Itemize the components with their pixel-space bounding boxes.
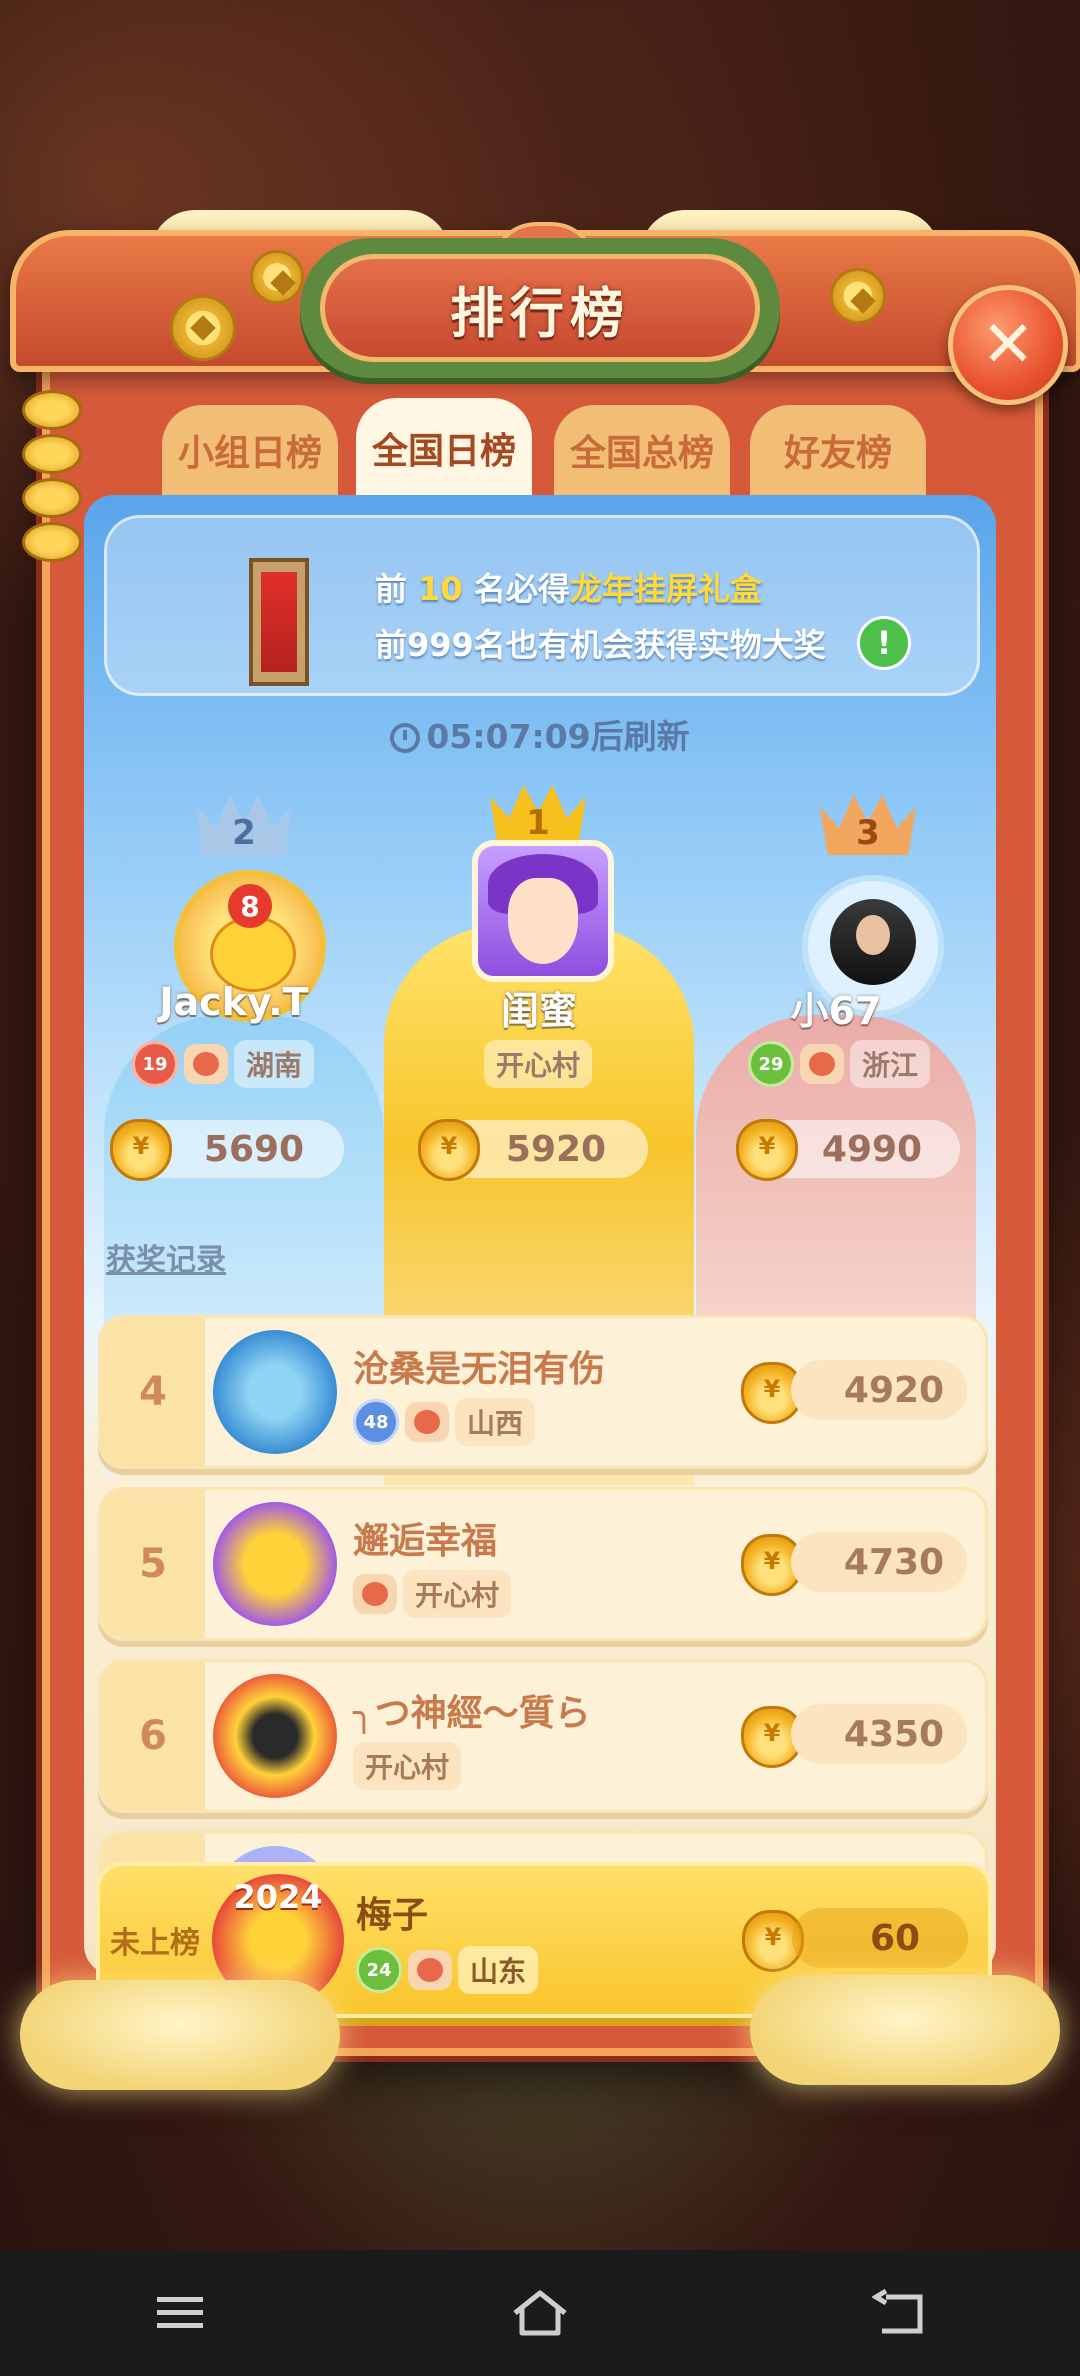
region-tag: 开心村 bbox=[403, 1570, 512, 1618]
rank-number: 5 bbox=[101, 1490, 205, 1638]
avatar-badge: 8 bbox=[228, 884, 272, 928]
crown-icon-first: 1 bbox=[490, 775, 586, 845]
tab-national-daily[interactable]: 全国日榜 bbox=[356, 398, 532, 498]
close-button[interactable]: ✕ bbox=[948, 285, 1068, 405]
player-name: 沧桑是无泪有伤 bbox=[353, 1349, 606, 1390]
my-score: 60 bbox=[792, 1908, 968, 1968]
village-icon bbox=[405, 1402, 449, 1442]
prize-scroll-image bbox=[249, 558, 309, 686]
home-button[interactable] bbox=[495, 2268, 585, 2358]
rank-number: 4 bbox=[101, 1318, 205, 1466]
prize-banner[interactable]: 前 10 名必得龙年挂屏礼盒 前999名也有机会获得实物大奖 ! bbox=[104, 515, 980, 696]
coin-bag-icon bbox=[736, 1119, 798, 1181]
system-nav-bar bbox=[0, 2250, 1080, 2376]
level-badge: 24 bbox=[356, 1947, 402, 1993]
coin-bag-icon bbox=[110, 1119, 172, 1181]
player-score: 4920 bbox=[791, 1360, 967, 1420]
player-tags: 开心村 bbox=[353, 1570, 512, 1618]
podium-tags-third: 29 浙江 bbox=[748, 1040, 931, 1088]
title-plaque: 排行榜 bbox=[300, 238, 780, 378]
level-badge: 19 bbox=[132, 1041, 178, 1087]
refresh-countdown: 05:07:09后刷新 bbox=[84, 710, 996, 758]
back-button[interactable] bbox=[855, 2268, 945, 2358]
level-badge: 29 bbox=[748, 1041, 794, 1087]
coin-tassel-decoration bbox=[22, 390, 82, 590]
rank-number: 6 bbox=[101, 1662, 205, 1810]
player-name: 邂逅幸福 bbox=[353, 1521, 498, 1562]
podium-tags-second: 19 湖南 bbox=[132, 1040, 315, 1088]
banner-line-2: 前999名也有机会获得实物大奖 bbox=[375, 626, 826, 664]
region-tag: 开心村 bbox=[484, 1040, 593, 1088]
close-icon: ✕ bbox=[981, 308, 1035, 382]
cloud-decoration-bottom-right bbox=[750, 1975, 1060, 2085]
crown-icon-second: 2 bbox=[196, 785, 292, 855]
info-icon[interactable]: ! bbox=[857, 616, 911, 670]
coin-icon bbox=[250, 250, 304, 304]
player-name: ╮つ神經～質ら bbox=[353, 1693, 591, 1734]
region-tag: 开心村 bbox=[353, 1742, 462, 1790]
tab-label: 好友榜 bbox=[783, 433, 892, 474]
clock-icon bbox=[390, 723, 421, 753]
tab-label: 全国总榜 bbox=[569, 433, 714, 474]
avatar-badge: 2024 bbox=[233, 1878, 323, 1916]
coin-icon bbox=[170, 295, 236, 361]
level-badge: 48 bbox=[353, 1399, 399, 1445]
podium-tags-first: 开心村 bbox=[484, 1040, 593, 1088]
region-tag: 山西 bbox=[455, 1398, 536, 1446]
crown-icon-third: 3 bbox=[820, 785, 916, 855]
tab-group-daily[interactable]: 小组日榜 bbox=[162, 405, 338, 495]
podium-name-first: 闺蜜 bbox=[500, 989, 577, 1033]
tab-label: 小组日榜 bbox=[177, 433, 322, 474]
village-icon bbox=[408, 1950, 452, 1990]
avatar-first[interactable] bbox=[472, 840, 614, 982]
player-score: 4730 bbox=[791, 1532, 967, 1592]
ranking-row[interactable]: 6 ╮つ神經～質ら 开心村 4350 bbox=[98, 1659, 988, 1813]
ranking-row[interactable]: 5 邂逅幸福 开心村 4730 bbox=[98, 1487, 988, 1641]
menu-button[interactable] bbox=[135, 2268, 225, 2358]
avatar[interactable] bbox=[213, 1330, 337, 1454]
my-name: 梅子 bbox=[356, 1895, 429, 1936]
back-icon bbox=[872, 2289, 923, 2334]
village-icon bbox=[353, 1574, 397, 1614]
tab-national-total[interactable]: 全国总榜 bbox=[554, 405, 730, 495]
coin-icon bbox=[830, 268, 886, 324]
podium-name-third: 小67 bbox=[790, 989, 882, 1033]
region-tag: 湖南 bbox=[234, 1040, 315, 1088]
village-icon bbox=[800, 1044, 844, 1084]
home-icon bbox=[513, 2290, 567, 2336]
banner-line-1: 前 10 名必得龙年挂屏礼盒 bbox=[375, 570, 762, 608]
my-tags: 24 山东 bbox=[356, 1946, 539, 1994]
player-tags: 48 山西 bbox=[353, 1398, 536, 1446]
menu-icon bbox=[157, 2297, 203, 2328]
avatar[interactable] bbox=[213, 1674, 337, 1798]
region-tag: 山东 bbox=[458, 1946, 539, 1994]
cloud-decoration-bottom-left bbox=[20, 1980, 340, 2090]
tab-label: 全国日榜 bbox=[371, 431, 516, 472]
tab-friends[interactable]: 好友榜 bbox=[750, 405, 926, 495]
region-tag: 浙江 bbox=[850, 1040, 931, 1088]
ranking-row[interactable]: 4 沧桑是无泪有伤 48 山西 4920 bbox=[98, 1315, 988, 1469]
player-tags: 开心村 bbox=[353, 1742, 462, 1790]
player-score: 4350 bbox=[791, 1704, 967, 1764]
podium-name-second: Jacky.T bbox=[159, 980, 309, 1024]
page-title: 排行榜 bbox=[450, 281, 630, 345]
coin-bag-icon bbox=[418, 1119, 480, 1181]
award-record-link[interactable]: 获奖记录 bbox=[106, 1235, 226, 1279]
leaderboard-panel: 前 10 名必得龙年挂屏礼盒 前999名也有机会获得实物大奖 ! 05:07:0… bbox=[84, 495, 996, 1975]
avatar[interactable] bbox=[213, 1502, 337, 1626]
village-icon bbox=[184, 1044, 228, 1084]
